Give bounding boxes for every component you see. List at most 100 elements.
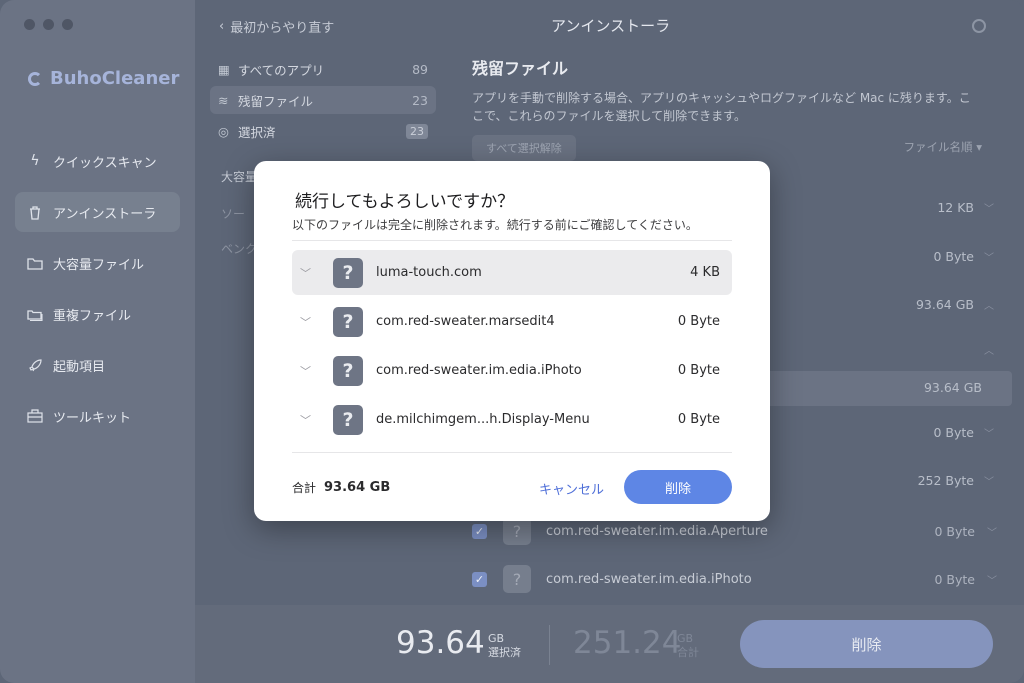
sidebar-item-label: アンインストーラ bbox=[53, 206, 157, 222]
sidebar-nav: ϟ クイックスキャン アンインストーラ 大容量ファイル 重複ファイル 起動項目 … bbox=[15, 141, 180, 447]
total-value: 93.64 GB bbox=[324, 480, 391, 495]
chevron-down-icon[interactable]: ﹀ bbox=[292, 363, 322, 379]
chevron-down-icon[interactable]: ﹀ bbox=[292, 412, 322, 428]
start-over-button[interactable]: ‹ 最初からやり直す bbox=[219, 17, 334, 36]
panel-title: 残留ファイル bbox=[472, 59, 569, 78]
chevron-up-icon[interactable]: ︿ bbox=[984, 342, 994, 357]
dialog-total: 合計 93.64 GB bbox=[292, 479, 390, 496]
layers-icon: ≋ bbox=[218, 92, 229, 108]
category-count: 23 bbox=[412, 92, 428, 108]
file-name: de.milchimgem...h.Display-Menu bbox=[376, 412, 590, 427]
close-window-button[interactable] bbox=[24, 19, 35, 30]
file-size-row[interactable]: 0 Byte ﹀ bbox=[934, 249, 995, 264]
leftover-files-panel: 残留ファイル アプリを手動で削除する場合、アプリのキャッシュやログファイルなど … bbox=[472, 55, 1012, 161]
unknown-file-icon: ? bbox=[503, 517, 531, 545]
file-size-row[interactable]: 93.64 GB bbox=[924, 380, 982, 395]
selected-unit: GB bbox=[488, 632, 505, 645]
category-list: ▦ すべてのアプリ 89 ≋ 残留ファイル 23 ◎ 選択済 23 bbox=[210, 55, 436, 148]
sidebar-item-uninstaller[interactable]: アンインストーラ bbox=[15, 192, 180, 232]
category-selected[interactable]: ◎ 選択済 23 bbox=[210, 117, 436, 145]
cancel-button[interactable]: キャンセル bbox=[539, 479, 604, 498]
category-leftover-files[interactable]: ≋ 残留ファイル 23 bbox=[210, 86, 436, 114]
category-item-faded[interactable]: ソー bbox=[221, 205, 245, 222]
minimize-window-button[interactable] bbox=[43, 19, 54, 30]
file-size: 0 Byte bbox=[933, 425, 975, 440]
file-size-row[interactable]: ︿ bbox=[984, 342, 994, 357]
sidebar-item-label: 重複ファイル bbox=[53, 308, 132, 324]
unknown-file-icon: ? bbox=[333, 306, 363, 337]
window-controls bbox=[24, 19, 73, 30]
category-all-apps[interactable]: ▦ すべてのアプリ 89 bbox=[210, 55, 436, 83]
folder-icon bbox=[27, 255, 43, 271]
file-size: 0 Byte bbox=[677, 314, 720, 329]
file-name: com.red-sweater.im.edia.Aperture bbox=[546, 523, 768, 539]
sidebar-item-quick-scan[interactable]: ϟ クイックスキャン bbox=[15, 141, 180, 181]
confirm-delete-dialog: 続行してもよろしいですか？ 以下のファイルは完全に削除されます。続行する前にご確… bbox=[254, 161, 770, 521]
chevron-down-icon[interactable]: ﹀ bbox=[292, 314, 322, 330]
folders-icon bbox=[27, 306, 43, 322]
divider bbox=[292, 240, 732, 241]
dialog-file-row[interactable]: ﹀ ? de.milchimgem...h.Display-Menu 0 Byt… bbox=[292, 397, 732, 442]
app-name: BuhoCleaner bbox=[50, 68, 180, 89]
chevron-left-icon: ‹ bbox=[219, 19, 225, 34]
sidebar-item-startup-items[interactable]: 起動項目 bbox=[15, 345, 180, 385]
logo-icon bbox=[28, 71, 42, 86]
toolbar: ‹ 最初からやり直す アンインストーラ bbox=[195, 0, 1024, 52]
chevron-down-icon[interactable]: ﹀ bbox=[984, 200, 994, 215]
dialog-file-row[interactable]: ﹀ ? luma-touch.com 4 KB bbox=[292, 250, 732, 295]
file-size: 12 KB bbox=[937, 200, 974, 215]
chevron-down-icon[interactable]: ﹀ bbox=[987, 524, 997, 539]
file-size-row[interactable]: 252 Byte ﹀ bbox=[918, 473, 994, 488]
total-size-value: 251.24 bbox=[573, 625, 682, 661]
sidebar-item-label: 大容量ファイル bbox=[53, 257, 145, 273]
chevron-down-icon[interactable]: ﹀ bbox=[984, 425, 994, 440]
file-size: 0 Byte bbox=[933, 249, 975, 264]
file-checkbox[interactable]: ✓ bbox=[472, 523, 487, 539]
dialog-file-row[interactable]: ﹀ ? com.red-sweater.im.edia.iPhoto 0 Byt… bbox=[292, 348, 732, 393]
sort-dropdown[interactable]: ファイル名順 ▾ bbox=[904, 139, 982, 155]
divider bbox=[549, 625, 550, 665]
dialog-subtitle: 以下のファイルは完全に削除されます。続行する前にご確認してください。 bbox=[292, 218, 698, 232]
file-size: 0 Byte bbox=[934, 571, 976, 587]
toolbox-icon bbox=[27, 408, 43, 424]
dialog-file-row[interactable]: ﹀ ? com.red-sweater.marsedit4 0 Byte bbox=[292, 299, 732, 344]
file-checkbox[interactable]: ✓ bbox=[472, 571, 487, 587]
file-size: 252 Byte bbox=[917, 473, 974, 488]
total-label: 合計 bbox=[677, 646, 699, 659]
sidebar-item-label: 起動項目 bbox=[53, 359, 106, 375]
file-size: 0 Byte bbox=[677, 412, 720, 427]
file-size-row[interactable]: 0 Byte ﹀ bbox=[934, 425, 995, 440]
file-size-row[interactable]: 12 KB ﹀ bbox=[937, 200, 994, 215]
zoom-window-button[interactable] bbox=[62, 19, 73, 30]
sidebar-item-duplicate-files[interactable]: 重複ファイル bbox=[15, 294, 180, 334]
search-icon[interactable] bbox=[972, 19, 986, 33]
sidebar-item-label: クイックスキャン bbox=[53, 155, 157, 171]
category-count-badge: 23 bbox=[406, 123, 428, 139]
selected-label: 選択済 bbox=[488, 646, 521, 659]
deselect-all-button[interactable]: すべて選択解除 bbox=[472, 135, 576, 161]
main-delete-button[interactable]: 削除 bbox=[740, 620, 993, 668]
confirm-delete-button[interactable]: 削除 bbox=[624, 470, 732, 504]
file-size: 93.64 GB bbox=[915, 297, 974, 312]
category-item-faded[interactable]: ベンク bbox=[221, 240, 257, 257]
chevron-down-icon[interactable]: ﹀ bbox=[292, 265, 322, 281]
dialog-title: 続行してもよろしいですか？ bbox=[295, 192, 515, 212]
chevron-down-icon[interactable]: ﹀ bbox=[984, 249, 994, 264]
chevron-down-icon[interactable]: ﹀ bbox=[987, 572, 997, 587]
check-circle-icon: ◎ bbox=[218, 123, 229, 139]
category-section-heading: 大容量 bbox=[221, 170, 258, 184]
sidebar-item-label: ツールキット bbox=[53, 410, 132, 426]
bolt-icon: ϟ bbox=[30, 153, 40, 169]
rocket-icon bbox=[27, 357, 43, 373]
category-label: すべてのアプリ bbox=[238, 62, 325, 78]
category-label: 選択済 bbox=[238, 124, 276, 140]
sidebar: BuhoCleaner ϟ クイックスキャン アンインストーラ 大容量ファイル bbox=[0, 0, 195, 683]
sidebar-item-toolkit[interactable]: ツールキット bbox=[15, 396, 180, 436]
file-size-row[interactable]: 93.64 GB ︿ bbox=[916, 297, 994, 312]
selected-size-value: 93.64 bbox=[396, 625, 485, 661]
chevron-down-icon[interactable]: ﹀ bbox=[984, 473, 994, 488]
sidebar-item-large-files[interactable]: 大容量ファイル bbox=[15, 243, 180, 283]
list-item[interactable]: ✓ ? com.red-sweater.im.edia.iPhoto 0 Byt… bbox=[472, 561, 997, 597]
panel-description: アプリを手動で削除する場合、アプリのキャッシュやログファイルなど Mac に残り… bbox=[472, 91, 971, 123]
chevron-up-icon[interactable]: ︿ bbox=[984, 297, 994, 312]
